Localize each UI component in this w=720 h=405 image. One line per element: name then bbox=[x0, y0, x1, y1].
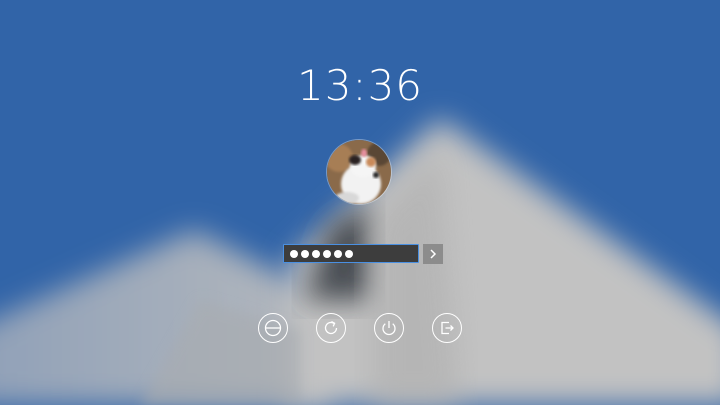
password-input[interactable] bbox=[283, 244, 419, 263]
logout-button[interactable] bbox=[432, 313, 462, 343]
lock-screen: 13:36 bbox=[0, 0, 720, 405]
chevron-right-icon bbox=[430, 249, 437, 259]
login-button[interactable] bbox=[423, 244, 443, 264]
clock-time: 13:36 bbox=[296, 61, 424, 110]
password-mask-dot bbox=[312, 249, 320, 258]
suspend-icon bbox=[264, 319, 282, 337]
password-mask-dot bbox=[301, 249, 309, 258]
cat-photo-icon bbox=[327, 140, 391, 204]
password-mask-dot bbox=[345, 249, 353, 258]
restart-button[interactable] bbox=[316, 313, 346, 343]
password-mask-dot bbox=[334, 249, 342, 258]
suspend-button[interactable] bbox=[258, 313, 288, 343]
user-avatar bbox=[327, 140, 391, 204]
password-mask-dot bbox=[323, 249, 331, 258]
password-mask-dot bbox=[290, 249, 298, 258]
shutdown-button[interactable] bbox=[374, 313, 404, 343]
power-icon bbox=[382, 321, 396, 336]
restart-icon bbox=[324, 320, 338, 335]
logout-icon bbox=[441, 321, 454, 335]
